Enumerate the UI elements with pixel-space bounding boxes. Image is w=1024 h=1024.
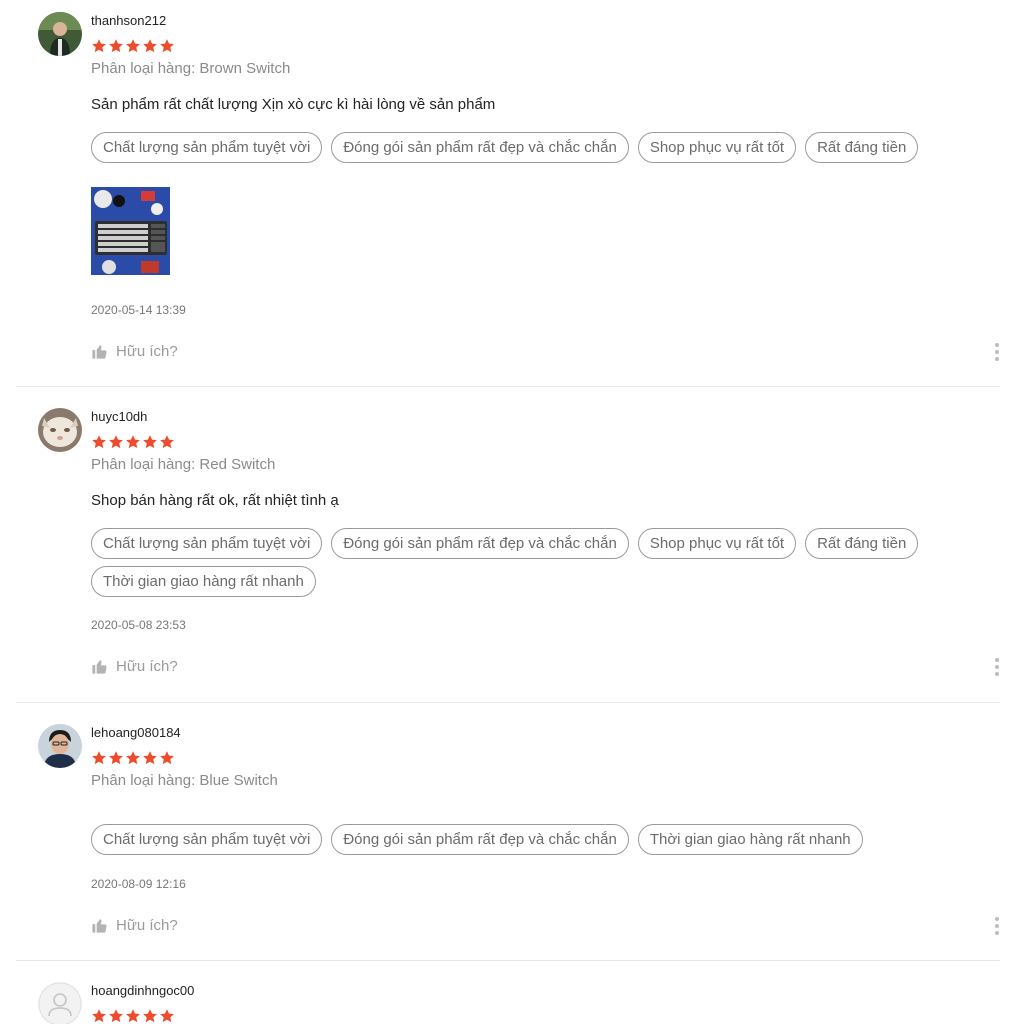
user-avatar[interactable]: [38, 12, 82, 56]
helpful-button[interactable]: Hữu ích?: [91, 343, 178, 360]
product-variation: Phân loại hàng: Blue Switch: [91, 772, 278, 789]
user-avatar[interactable]: [38, 982, 82, 1024]
thumbs-up-icon: [91, 658, 108, 675]
more-options-icon[interactable]: [994, 657, 1000, 677]
review-photo[interactable]: [91, 187, 170, 275]
review-tags: Chất lượng sản phẩm tuyệt vời Đóng gói sả…: [91, 132, 951, 170]
username[interactable]: huyc10dh: [91, 409, 147, 424]
avatar-image: [38, 724, 82, 768]
rating-stars: [91, 434, 175, 450]
review-timestamp: 2020-05-14 13:39: [91, 303, 186, 317]
username[interactable]: thanhson212: [91, 13, 166, 28]
review-tags: Chất lượng sản phẩm tuyệt vời Đóng gói sả…: [91, 824, 951, 862]
star-icon: [142, 750, 158, 766]
review-tag: Rất đáng tiền: [805, 132, 919, 163]
default-avatar-icon: [38, 982, 82, 1024]
product-variation: Phân loại hàng: Red Switch: [91, 456, 276, 473]
star-icon: [159, 434, 175, 450]
review-timestamp: 2020-05-08 23:53: [91, 618, 186, 632]
helpful-button[interactable]: Hữu ích?: [91, 658, 178, 675]
review-tag: Đóng gói sản phẩm rất đẹp và chắc chắn: [331, 528, 629, 559]
star-icon: [125, 1008, 141, 1024]
review-comment: Shop bán hàng rất ok, rất nhiệt tình ạ: [91, 492, 339, 509]
review-tag: Thời gian giao hàng rất nhanh: [91, 566, 316, 597]
star-icon: [159, 1008, 175, 1024]
avatar-image: [38, 408, 82, 452]
rating-stars: [91, 1008, 175, 1024]
star-icon: [91, 750, 107, 766]
helpful-label: Hữu ích?: [116, 343, 178, 360]
review-tag: Shop phục vụ rất tốt: [637, 132, 797, 163]
username[interactable]: hoangdinhngoc00: [91, 983, 194, 998]
review-tag: Thời gian giao hàng rất nhanh: [637, 824, 863, 855]
star-icon: [91, 434, 107, 450]
review-tag: Đóng gói sản phẩm rất đẹp và chắc chắn: [331, 824, 629, 855]
thumbs-up-icon: [91, 917, 108, 934]
review-tag: Chất lượng sản phẩm tuyệt vời: [91, 824, 323, 855]
star-icon: [108, 1008, 124, 1024]
review-timestamp: 2020-08-09 12:16: [91, 877, 186, 891]
review-tag: Đóng gói sản phẩm rất đẹp và chắc chắn: [331, 132, 629, 163]
star-icon: [125, 750, 141, 766]
rating-stars: [91, 38, 175, 54]
review-item: huyc10dh Phân loại hàng: Red Switch Shop…: [16, 386, 1000, 703]
star-icon: [125, 38, 141, 54]
review-tag: Shop phục vụ rất tốt: [637, 528, 797, 559]
keyboard-photo: [91, 187, 170, 275]
review-tag: Chất lượng sản phẩm tuyệt vời: [91, 132, 323, 163]
review-item: lehoang080184 Phân loại hàng: Blue Switc…: [16, 702, 1000, 961]
product-variation: Phân loại hàng: Brown Switch: [91, 60, 291, 77]
review-item: thanhson212 Phân loại hàng: Brown Switch…: [16, 0, 1000, 387]
thumbs-up-icon: [91, 343, 108, 360]
user-avatar[interactable]: [38, 724, 82, 768]
avatar-image: [38, 12, 82, 56]
star-icon: [108, 750, 124, 766]
star-icon: [91, 38, 107, 54]
review-item: hoangdinhngoc00: [16, 960, 1000, 1024]
username[interactable]: lehoang080184: [91, 725, 181, 740]
star-icon: [159, 38, 175, 54]
user-avatar[interactable]: [38, 408, 82, 452]
star-icon: [125, 434, 141, 450]
star-icon: [108, 38, 124, 54]
star-icon: [142, 434, 158, 450]
star-icon: [91, 1008, 107, 1024]
review-tags: Chất lượng sản phẩm tuyệt vời Đóng gói sả…: [91, 528, 951, 604]
more-options-icon[interactable]: [994, 916, 1000, 936]
star-icon: [142, 38, 158, 54]
helpful-label: Hữu ích?: [116, 658, 178, 675]
star-icon: [142, 1008, 158, 1024]
star-icon: [108, 434, 124, 450]
star-icon: [159, 750, 175, 766]
rating-stars: [91, 750, 175, 766]
helpful-label: Hữu ích?: [116, 917, 178, 934]
more-options-icon[interactable]: [994, 342, 1000, 362]
helpful-button[interactable]: Hữu ích?: [91, 917, 178, 934]
review-comment: Sản phẩm rất chất lượng Xịn xò cực kì hà…: [91, 96, 496, 113]
review-tag: Rất đáng tiền: [805, 528, 919, 559]
review-tag: Chất lượng sản phẩm tuyệt vời: [91, 528, 323, 559]
